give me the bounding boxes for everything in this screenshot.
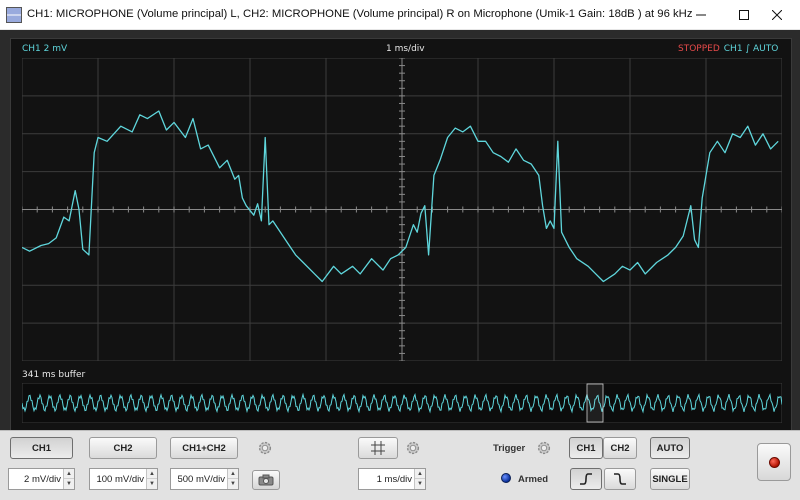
ch1ch2-scale-down-arrow[interactable]: ▼ xyxy=(228,479,238,489)
buffer-overview[interactable] xyxy=(22,383,782,423)
record-button[interactable] xyxy=(757,443,791,481)
ch2-scale-down-arrow[interactable]: ▼ xyxy=(147,479,157,489)
ch1-plus-ch2-button[interactable]: CH1+CH2 xyxy=(170,437,238,459)
armed-indicator-led xyxy=(501,473,511,483)
timebase-value: 1 ms/div xyxy=(376,474,412,485)
ch1-scale-readout: CH1 2 mV xyxy=(22,44,68,54)
ch1ch2-scale-up-arrow[interactable]: ▲ xyxy=(228,469,238,479)
rising-edge-button[interactable] xyxy=(570,468,602,490)
app-icon xyxy=(6,7,22,23)
rising-edge-icon xyxy=(580,473,592,485)
trigger-ch1-button[interactable]: CH1 xyxy=(569,437,603,459)
trigger-ch2-button[interactable]: CH2 xyxy=(603,437,637,459)
scope-grid xyxy=(22,58,782,361)
ch1-scale-up-arrow[interactable]: ▲ xyxy=(64,469,74,479)
camera-icon xyxy=(258,474,274,486)
buffer-view-window[interactable] xyxy=(586,383,604,423)
ch2-scale-up-arrow[interactable]: ▲ xyxy=(147,469,157,479)
minimize-icon xyxy=(696,14,706,16)
trigger-label: Trigger xyxy=(493,443,526,454)
timebase-down-arrow[interactable]: ▼ xyxy=(415,479,425,489)
ch2-button[interactable]: CH2 xyxy=(89,437,157,459)
single-trigger-button[interactable]: SINGLE xyxy=(650,468,690,490)
ch2-scale-spinner[interactable]: 100 mV/div ▲ ▼ xyxy=(89,468,158,490)
close-button[interactable] xyxy=(754,0,800,30)
ch1-scale-down-arrow[interactable]: ▼ xyxy=(64,479,74,489)
timebase-up-arrow[interactable]: ▲ xyxy=(415,469,425,479)
grid-icon xyxy=(371,441,385,455)
trigger-settings-gear-icon[interactable] xyxy=(535,439,553,457)
timebase-settings-gear-icon[interactable] xyxy=(404,439,422,457)
ch1-button[interactable]: CH1 xyxy=(10,437,73,459)
trigger-status-readout: STOPPED CH1 ∫ AUTO xyxy=(678,44,778,54)
trigger-mode-status: CH1 ∫ AUTO xyxy=(723,44,779,54)
auto-trigger-button[interactable]: AUTO xyxy=(650,437,690,459)
snapshot-button[interactable] xyxy=(252,470,280,490)
grid-toggle-button[interactable] xyxy=(358,437,398,459)
window-title: CH1: MICROPHONE (Volume principal) L, CH… xyxy=(27,8,693,20)
oscilloscope-display[interactable] xyxy=(22,58,782,361)
buffer-label: 341 ms buffer xyxy=(22,370,86,380)
timebase-spinner[interactable]: 1 ms/div ▲ ▼ xyxy=(358,468,426,490)
falling-edge-button[interactable] xyxy=(604,468,636,490)
ch1ch2-scale-value: 500 mV/div xyxy=(177,474,225,485)
channel-settings-gear-icon[interactable] xyxy=(256,439,274,457)
minimize-button[interactable] xyxy=(678,0,724,30)
ch1-trace xyxy=(22,110,779,283)
armed-label: Armed xyxy=(518,474,549,485)
close-icon xyxy=(772,10,782,20)
ch1-trace-line xyxy=(22,110,779,283)
ch1-scale-value: 2 mV/div xyxy=(24,474,61,485)
maximize-icon xyxy=(739,10,749,20)
ch1-scale-spinner[interactable]: 2 mV/div ▲ ▼ xyxy=(8,468,75,490)
timebase-readout: 1 ms/div xyxy=(386,44,425,54)
stopped-status: STOPPED xyxy=(678,44,720,54)
ch1ch2-scale-spinner[interactable]: 500 mV/div ▲ ▼ xyxy=(170,468,239,490)
title-bar: CH1: MICROPHONE (Volume principal) L, CH… xyxy=(0,0,800,30)
falling-edge-icon xyxy=(614,473,626,485)
ch2-scale-value: 100 mV/div xyxy=(96,474,144,485)
record-icon xyxy=(768,456,780,468)
